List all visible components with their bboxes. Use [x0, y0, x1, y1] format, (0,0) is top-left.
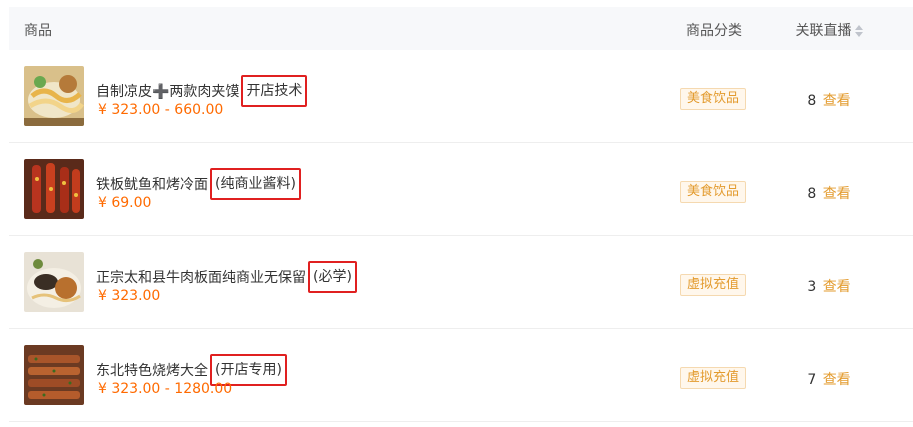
- product-table: 商品 商品分类 关联直播 自制凉皮➕两款肉夹馍 开店技术 ¥ 323.00 - 6…: [9, 7, 913, 422]
- bbq-skewers-image[interactable]: [24, 345, 84, 405]
- product-price: ¥ 323.00 - 660.00: [98, 102, 224, 118]
- table-row: 自制凉皮➕两款肉夹馍 开店技术 ¥ 323.00 - 660.00 美食饮品 8 …: [9, 50, 913, 143]
- live-count: 3: [807, 279, 817, 295]
- category-tag: 虚拟充值: [680, 274, 747, 296]
- live-cell: 8 查看: [779, 183, 879, 203]
- table-row: 东北特色烧烤大全 (开店专用) ¥ 323.00 - 1280.00 虚拟充值 7…: [9, 329, 913, 422]
- header-category: 商品分类: [686, 23, 742, 39]
- live-count: 8: [807, 93, 817, 109]
- live-count: 7: [807, 372, 817, 388]
- table-header: 商品 商品分类 关联直播: [9, 7, 913, 50]
- category-tag: 美食饮品: [680, 88, 747, 110]
- header-live[interactable]: 关联直播: [779, 20, 879, 40]
- live-cell: 8 查看: [779, 90, 879, 110]
- beef-noodle-image[interactable]: [24, 252, 84, 312]
- grilled-squid-image[interactable]: [24, 159, 84, 219]
- product-price: ¥ 323.00 - 1280.00: [98, 381, 233, 397]
- table-row: 铁板鱿鱼和烤冷面 (纯商业酱料) ¥ 69.00 美食饮品 8 查看: [9, 143, 913, 236]
- category-tag: 美食饮品: [680, 181, 747, 203]
- view-link[interactable]: 查看: [823, 372, 851, 388]
- highlight-box: (纯商业酱料): [210, 168, 301, 200]
- live-count: 8: [807, 186, 817, 202]
- view-link[interactable]: 查看: [823, 279, 851, 295]
- sort-icon[interactable]: [854, 24, 863, 38]
- header-live-label: 关联直播: [795, 23, 852, 39]
- view-link[interactable]: 查看: [823, 186, 851, 202]
- live-cell: 7 查看: [779, 369, 879, 389]
- product-price: ¥ 69.00: [98, 195, 152, 211]
- category-tag: 虚拟充值: [680, 367, 747, 389]
- product-name-text: 自制凉皮➕两款肉夹馍: [96, 84, 240, 100]
- product-name-text: 东北特色烧烤大全: [96, 363, 208, 379]
- view-link[interactable]: 查看: [823, 93, 851, 109]
- header-product: 商品: [24, 23, 52, 39]
- highlight-box: (必学): [308, 261, 357, 293]
- live-cell: 3 查看: [779, 276, 879, 296]
- liangpi-food-image[interactable]: [24, 66, 84, 126]
- product-name-text: 铁板鱿鱼和烤冷面: [96, 177, 208, 193]
- product-price: ¥ 323.00: [98, 288, 161, 304]
- product-name-text: 正宗太和县牛肉板面纯商业无保留: [96, 270, 306, 286]
- table-row: 正宗太和县牛肉板面纯商业无保留 (必学) ¥ 323.00 虚拟充值 3 查看: [9, 236, 913, 329]
- highlight-box: 开店技术: [241, 75, 308, 107]
